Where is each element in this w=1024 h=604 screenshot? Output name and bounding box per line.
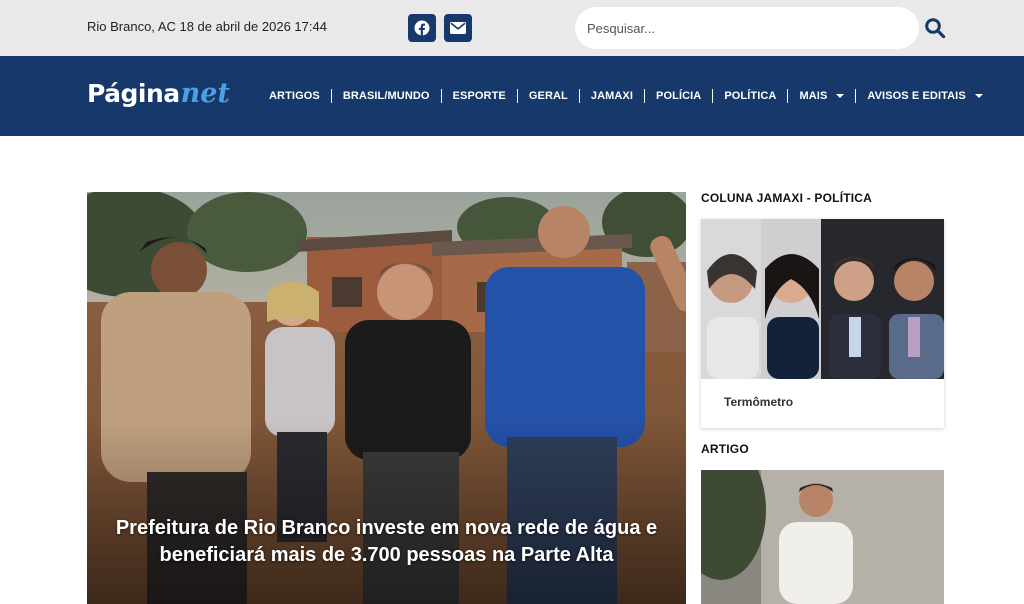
facebook-icon	[414, 20, 430, 36]
column-card-termometro[interactable]: Termômetro	[701, 219, 944, 428]
menu-divider	[712, 89, 714, 103]
menu-divider	[644, 89, 646, 103]
email-icon	[450, 22, 466, 34]
menu-item-avisos-editais[interactable]: AVISOS E EDITAIS	[856, 90, 993, 102]
search-icon[interactable]	[924, 17, 946, 39]
section-title-artigo[interactable]: ARTIGO	[701, 442, 749, 456]
menu-item-brasil-mundo[interactable]: BRASIL/MUNDO	[332, 90, 441, 102]
facebook-link[interactable]	[408, 14, 436, 42]
site-logo[interactable]: Página net	[87, 78, 230, 118]
menu-item-geral[interactable]: GERAL	[518, 90, 579, 102]
chevron-down-icon	[974, 94, 983, 98]
menu-item-mais[interactable]: MAIS	[788, 90, 855, 102]
menu-item-artigos[interactable]: ARTIGOS	[258, 90, 331, 102]
search-bar	[575, 7, 919, 49]
menu-divider	[855, 89, 857, 103]
current-datetime: Rio Branco, AC 18 de abril de 2026 17:44	[87, 19, 327, 34]
column-card-label[interactable]: Termômetro	[724, 395, 793, 409]
menu-divider	[787, 89, 789, 103]
logo-text: Página	[87, 79, 180, 108]
logo-accent-text: net	[180, 78, 230, 109]
chevron-down-icon	[836, 94, 845, 98]
menu-divider	[440, 89, 442, 103]
article-card[interactable]	[701, 470, 944, 604]
menu-item-jamaxi[interactable]: JAMAXI	[580, 90, 644, 102]
main-menu: ARTIGOS BRASIL/MUNDO ESPORTE GERAL JAMAX…	[258, 56, 994, 136]
menu-divider	[330, 89, 332, 103]
email-link[interactable]	[444, 14, 472, 42]
top-bar: Rio Branco, AC 18 de abril de 2026 17:44	[0, 0, 1024, 56]
featured-story[interactable]: Prefeitura de Rio Branco investe em nova…	[87, 192, 686, 604]
section-title-coluna-jamaxi[interactable]: COLUNA JAMAXI - POLÍTICA	[701, 191, 872, 205]
menu-item-esporte[interactable]: ESPORTE	[442, 90, 517, 102]
article-card-photo	[701, 470, 944, 604]
search-input[interactable]	[575, 7, 919, 49]
menu-item-politica[interactable]: POLÍTICA	[713, 90, 787, 102]
menu-divider	[516, 89, 518, 103]
column-card-photo	[701, 219, 944, 379]
menu-divider	[578, 89, 580, 103]
menu-item-policia[interactable]: POLÍCIA	[645, 90, 712, 102]
featured-story-title[interactable]: Prefeitura de Rio Branco investe em nova…	[107, 515, 666, 569]
